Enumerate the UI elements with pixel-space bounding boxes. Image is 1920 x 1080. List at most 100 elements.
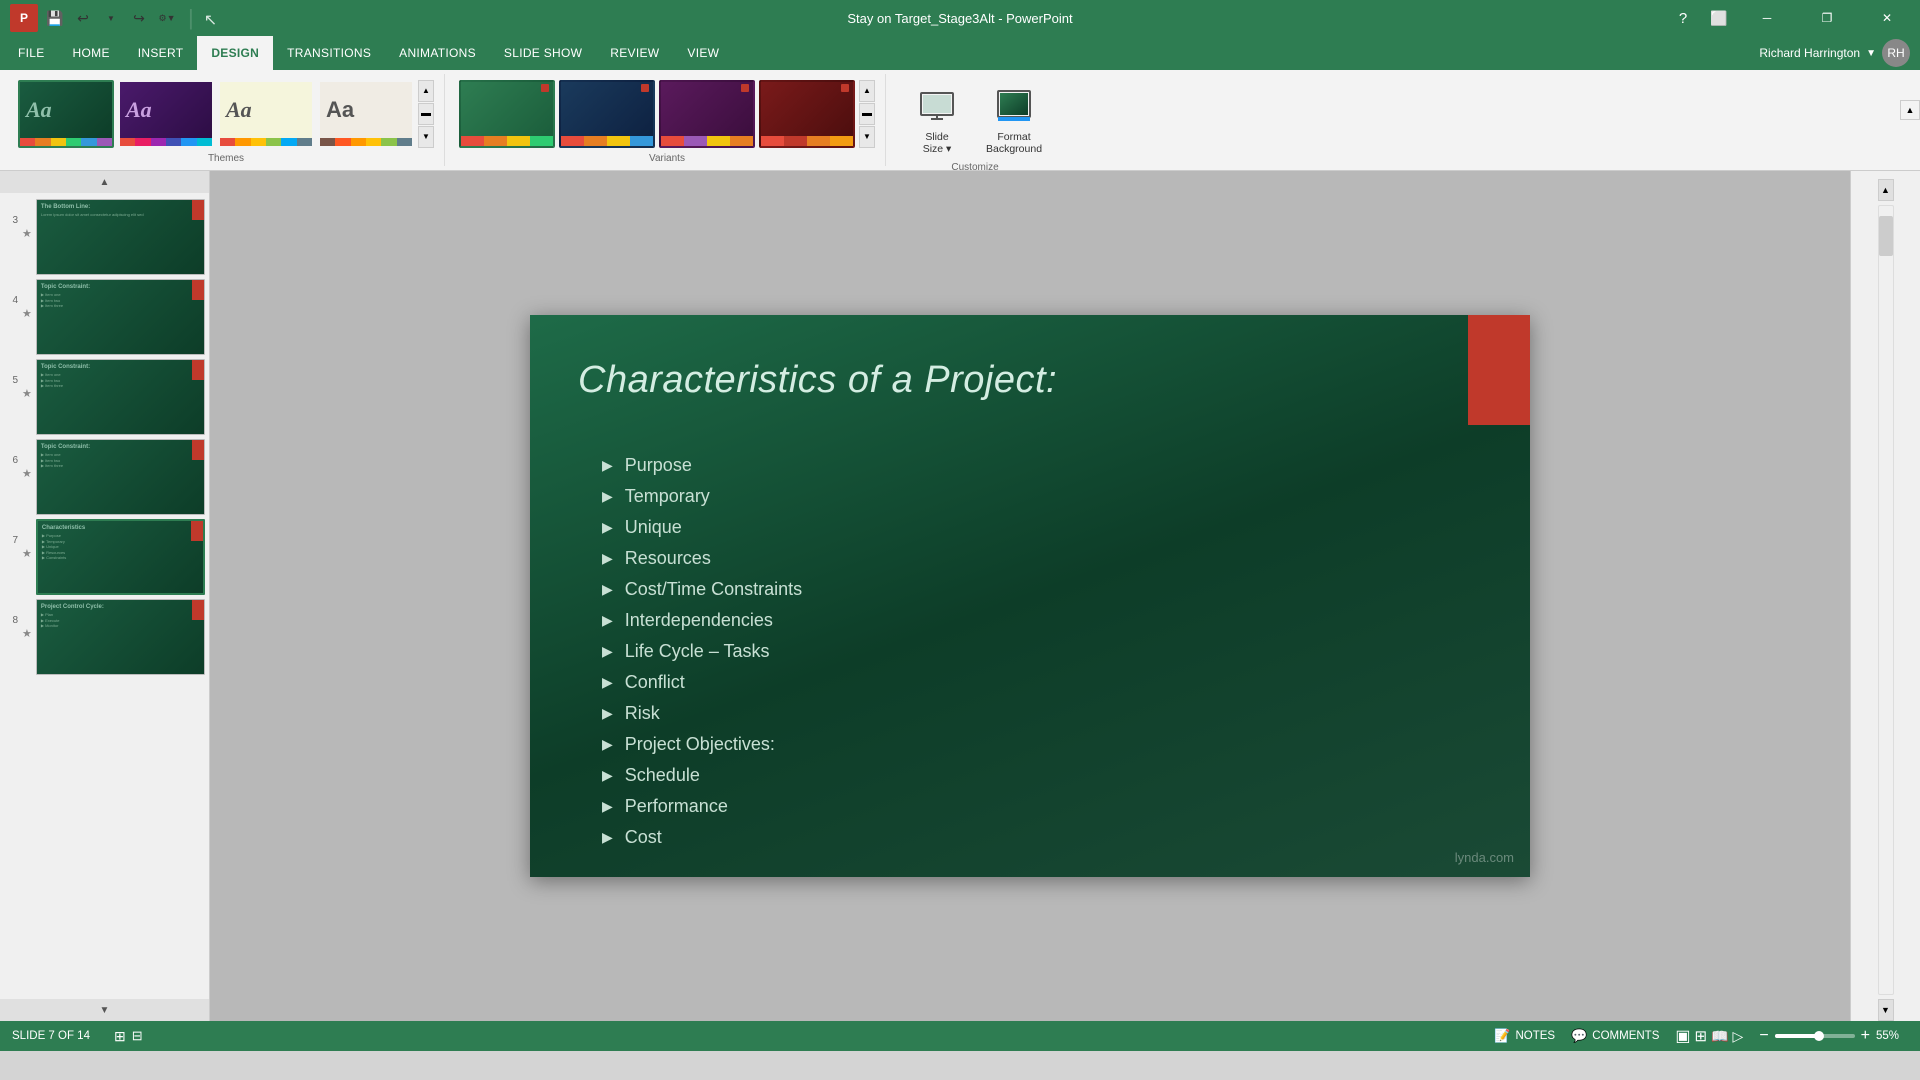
tab-design[interactable]: DESIGN: [197, 36, 273, 70]
comments-button[interactable]: 💬 COMMENTS: [1571, 1028, 1659, 1044]
themes-scroll-up[interactable]: ▲: [418, 80, 434, 102]
tab-animations[interactable]: ANIMATIONS: [385, 36, 490, 70]
slide-5-title: Topic Constraint:: [41, 364, 200, 370]
titlebar: P 💾 ↩ ▼ ↪ ⚙▼ | ↖ Stay on Target_Stage3Al…: [0, 0, 1920, 36]
slide-red-accent: [1468, 315, 1530, 425]
slide-num-8: 8: [4, 599, 18, 626]
tab-insert[interactable]: INSERT: [124, 36, 198, 70]
bullet-cost: ▶ Cost: [602, 827, 802, 848]
slide-thumb-3[interactable]: The Bottom Line: Lorem ipsum dolor sit a…: [36, 199, 205, 275]
ppt-icon: P: [10, 4, 38, 32]
slide-item-7[interactable]: 7 ★ Characteristics ▶ Purpose▶ Temporary…: [4, 519, 205, 595]
slide-thumb-7[interactable]: Characteristics ▶ Purpose▶ Temporary▶ Un…: [36, 519, 205, 595]
format-background-icon: [990, 81, 1038, 129]
ribbon-collapse-button[interactable]: ▲: [1900, 100, 1920, 120]
slide-panel-scroll-down[interactable]: ▼: [0, 999, 209, 1021]
variants-scroll-middle[interactable]: ▬: [859, 103, 875, 125]
bullet-arrow-11: ▶: [602, 767, 613, 784]
zoom-fill: [1775, 1034, 1819, 1038]
ribbon-toggle[interactable]: ⬜: [1708, 7, 1730, 29]
bullet-schedule: ▶ Schedule: [602, 765, 802, 786]
bullet-arrow-8: ▶: [602, 674, 613, 691]
view-grid-icon[interactable]: ⊞: [1695, 1027, 1708, 1045]
theme-1[interactable]: Aa: [18, 80, 114, 148]
cursor-indicator: ↖: [204, 10, 220, 26]
statusbar: SLIDE 7 OF 14 ⊞ ⊟ 📝 NOTES 💬 COMMENTS ▣ ⊞…: [0, 1021, 1920, 1051]
view-present-icon[interactable]: ▷: [1733, 1028, 1744, 1045]
user-dropdown-icon[interactable]: ▼: [1866, 48, 1876, 59]
view-slide-icon[interactable]: ⊟: [132, 1028, 143, 1044]
themes-scroll: ▲ ▬ ▼: [418, 80, 434, 148]
slide-thumb-8[interactable]: Project Control Cycle: ▶ Plan▶ Execute▶ …: [36, 599, 205, 675]
ribbon: FILE HOME INSERT DESIGN TRANSITIONS ANIM…: [0, 36, 1920, 171]
slide-item-6[interactable]: 6 ★ Topic Constraint: ▶ Item one▶ Item t…: [4, 439, 205, 515]
format-background-button[interactable]: FormatBackground: [978, 77, 1050, 159]
tab-transitions[interactable]: TRANSITIONS: [273, 36, 385, 70]
themes-scroll-down[interactable]: ▼: [418, 126, 434, 148]
tab-review[interactable]: REVIEW: [596, 36, 673, 70]
main-area: ▲ 3 ★ The Bottom Line: Lorem ipsum dolor…: [0, 171, 1920, 1021]
slide-item-5[interactable]: 5 ★ Topic Constraint: ▶ Item one▶ Item t…: [4, 359, 205, 435]
main-slide[interactable]: Characteristics of a Project: ▶ Purpose …: [530, 315, 1530, 877]
divider: |: [184, 5, 198, 31]
notes-button[interactable]: 📝 NOTES: [1494, 1028, 1555, 1044]
right-scroll-thumb[interactable]: [1879, 216, 1893, 256]
variant-1[interactable]: [459, 80, 555, 148]
slide-star-6: ★: [22, 439, 32, 480]
redo-button[interactable]: ↪: [128, 7, 150, 29]
help-icon[interactable]: ?: [1672, 7, 1694, 29]
save-button[interactable]: 💾: [44, 7, 66, 29]
tab-view[interactable]: VIEW: [673, 36, 733, 70]
slide-item-4[interactable]: 4 ★ Topic Constraint: ▶ Item one▶ Item t…: [4, 279, 205, 355]
bullet-arrow-2: ▶: [602, 488, 613, 505]
view-reading-icon[interactable]: 📖: [1711, 1028, 1728, 1045]
minimize-button[interactable]: ─: [1744, 0, 1790, 36]
theme-3[interactable]: Aa: [218, 80, 314, 148]
slide-num-3: 3: [4, 199, 18, 226]
variants-scroll-down[interactable]: ▼: [859, 126, 875, 148]
bullet-arrow-3: ▶: [602, 519, 613, 536]
theme-2[interactable]: Aa: [118, 80, 214, 148]
quick-access-dropdown[interactable]: ⚙▼: [156, 7, 178, 29]
tab-file[interactable]: FILE: [4, 36, 59, 70]
bullet-text-performance: Performance: [625, 796, 728, 817]
bullet-cost-time: ▶ Cost/Time Constraints: [602, 579, 802, 600]
zoom-controls: − + 55%: [1759, 1027, 1908, 1045]
zoom-thumb[interactable]: [1814, 1031, 1824, 1041]
close-button[interactable]: ✕: [1864, 0, 1910, 36]
slide-num-6: 6: [4, 439, 18, 466]
customize-group: SlideSize ▾: [890, 74, 1060, 166]
zoom-in-button[interactable]: +: [1861, 1027, 1870, 1045]
variant-2[interactable]: [559, 80, 655, 148]
undo-dropdown[interactable]: ▼: [100, 7, 122, 29]
bullet-arrow-7: ▶: [602, 643, 613, 660]
restore-button[interactable]: ❐: [1804, 0, 1850, 36]
variant-3[interactable]: [659, 80, 755, 148]
slide-size-button[interactable]: SlideSize ▾: [900, 74, 974, 162]
bullet-arrow-13: ▶: [602, 829, 613, 846]
right-scroll-down[interactable]: ▼: [1878, 999, 1894, 1021]
bullet-arrow-1: ▶: [602, 457, 613, 474]
slide-thumb-5[interactable]: Topic Constraint: ▶ Item one▶ Item two▶ …: [36, 359, 205, 435]
slide-thumb-4[interactable]: Topic Constraint: ▶ Item one▶ Item two▶ …: [36, 279, 205, 355]
themes-scroll-middle[interactable]: ▬: [418, 103, 434, 125]
slide-num-4: 4: [4, 279, 18, 306]
slide-thumb-6[interactable]: Topic Constraint: ▶ Item one▶ Item two▶ …: [36, 439, 205, 515]
slide-item-3[interactable]: 3 ★ The Bottom Line: Lorem ipsum dolor s…: [4, 199, 205, 275]
slide-size-label: SlideSize ▾: [923, 131, 952, 155]
zoom-value: 55%: [1876, 1030, 1908, 1042]
variant-4[interactable]: [759, 80, 855, 148]
zoom-out-button[interactable]: −: [1759, 1027, 1768, 1045]
theme-4[interactable]: Aa: [318, 80, 414, 148]
tab-home[interactable]: HOME: [59, 36, 124, 70]
view-normal-icon[interactable]: ⊞: [114, 1028, 126, 1045]
tab-slideshow[interactable]: SLIDE SHOW: [490, 36, 596, 70]
slide-panel-scroll-up[interactable]: ▲: [0, 171, 209, 193]
view-thumbnail-icon[interactable]: ▣: [1675, 1026, 1690, 1046]
slide-item-8[interactable]: 8 ★ Project Control Cycle: ▶ Plan▶ Execu…: [4, 599, 205, 675]
zoom-track[interactable]: [1775, 1034, 1855, 1038]
right-scroll-up[interactable]: ▲: [1878, 179, 1894, 201]
bullet-text-cost: Cost: [625, 827, 662, 848]
undo-button[interactable]: ↩: [72, 7, 94, 29]
variants-scroll-up[interactable]: ▲: [859, 80, 875, 102]
